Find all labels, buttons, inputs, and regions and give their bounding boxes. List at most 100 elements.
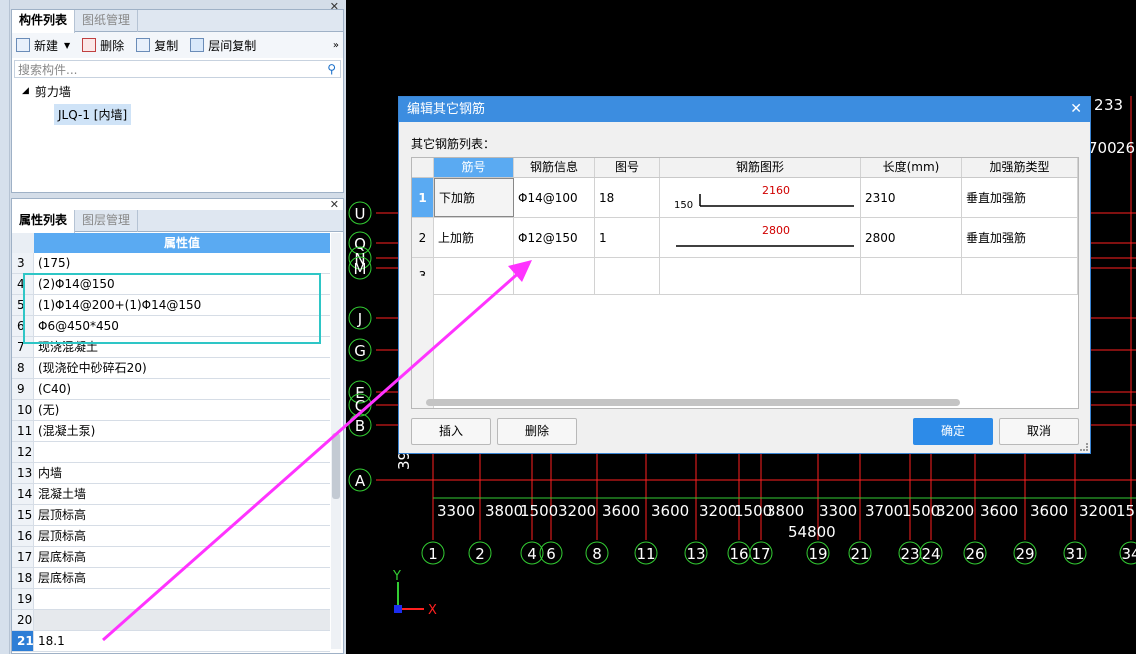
search-placeholder: 搜索构件... bbox=[18, 62, 78, 77]
tab-component-list[interactable]: 构件列表 bbox=[12, 10, 76, 33]
property-row-value[interactable]: 内墙 bbox=[34, 463, 330, 483]
rebar-shape-cell[interactable]: 2160 150 bbox=[660, 178, 861, 217]
rebar-cell-info[interactable] bbox=[514, 258, 595, 294]
delete-button[interactable]: 删除 bbox=[82, 37, 124, 54]
delete-row-button[interactable]: 删除 bbox=[497, 418, 577, 445]
header-number-cell bbox=[12, 233, 34, 253]
search-icon[interactable]: ⚲ bbox=[327, 62, 336, 76]
rebar-cell-name[interactable] bbox=[434, 258, 514, 294]
property-row-number: 21 bbox=[12, 631, 34, 651]
rebar-cell-type[interactable]: 垂直加强筋 bbox=[962, 218, 1078, 257]
new-button[interactable]: 新建 ▼ bbox=[16, 37, 70, 54]
property-row-value[interactable]: 层底标高 bbox=[34, 568, 330, 588]
property-row-value[interactable]: 层顶标高 bbox=[34, 526, 330, 546]
rebar-cell-type[interactable]: 垂直加强筋 bbox=[962, 178, 1078, 217]
rebar-cell-type[interactable] bbox=[962, 258, 1078, 294]
property-row-number: 12 bbox=[12, 442, 34, 462]
rebar-row[interactable]: 1 下加筋 Φ14@100 18 2160 150 2310 垂直加强筋 bbox=[412, 178, 1078, 218]
y-axis-label: Y bbox=[392, 569, 401, 584]
property-row-value[interactable] bbox=[34, 610, 330, 630]
rebar-cell-fig[interactable]: 18 bbox=[595, 178, 660, 217]
rebar-cell-name[interactable]: 上加筋 bbox=[434, 218, 514, 257]
resize-grip-icon[interactable] bbox=[1080, 443, 1088, 451]
rebar-row[interactable]: 3 bbox=[412, 258, 1078, 295]
property-row-value[interactable] bbox=[34, 589, 330, 609]
search-input[interactable]: 搜索构件... ⚲ bbox=[14, 60, 341, 78]
copy-icon bbox=[136, 38, 151, 52]
property-row-number: 19 bbox=[12, 589, 34, 609]
property-row-value[interactable]: (混凝土泵) bbox=[34, 421, 330, 441]
floor-copy-button[interactable]: 层间复制 bbox=[190, 37, 256, 54]
property-row[interactable]: 10 (无) bbox=[12, 400, 330, 421]
close-icon[interactable]: ✕ bbox=[1070, 97, 1082, 122]
col-header-figure-no[interactable]: 图号 bbox=[595, 158, 660, 177]
tab-layer-management[interactable]: 图层管理 bbox=[75, 210, 139, 232]
cad-top-number: 700 bbox=[1088, 139, 1117, 157]
dimension-label: 3300 bbox=[437, 502, 475, 520]
property-row-value[interactable]: 层底标高 bbox=[34, 547, 330, 567]
rebar-cell-info[interactable]: Φ14@100 bbox=[514, 178, 595, 217]
property-row[interactable]: 3 (175) bbox=[12, 253, 330, 274]
chevron-down-icon[interactable]: ▼ bbox=[64, 41, 70, 50]
dialog-title-bar[interactable]: 编辑其它钢筋 ✕ bbox=[399, 97, 1090, 122]
copy-button[interactable]: 复制 bbox=[136, 37, 178, 54]
rebar-grid: 筋号 钢筋信息 图号 钢筋图形 长度(mm) 加强筋类型 1 下加筋 Φ14@100… bbox=[411, 157, 1079, 409]
property-row-value[interactable]: 层顶标高 bbox=[34, 505, 330, 525]
col-header-bar-no[interactable]: 筋号 bbox=[434, 158, 514, 177]
property-row-value[interactable] bbox=[34, 442, 330, 462]
insert-button[interactable]: 插入 bbox=[411, 418, 491, 445]
rebar-cell-info[interactable]: Φ12@150 bbox=[514, 218, 595, 257]
property-row[interactable]: 17 层底标高 bbox=[12, 547, 330, 568]
col-header-length[interactable]: 长度(mm) bbox=[861, 158, 962, 177]
rebar-cell-length[interactable] bbox=[861, 258, 962, 294]
property-row-value[interactable]: (无) bbox=[34, 400, 330, 420]
rebar-cell-fig[interactable] bbox=[595, 258, 660, 294]
dimension-label: 3800 bbox=[766, 502, 804, 520]
property-row[interactable]: 14 混凝土墙 bbox=[12, 484, 330, 505]
rebar-shape-cell[interactable] bbox=[660, 258, 861, 294]
axis-label-column: 34 bbox=[1121, 545, 1136, 563]
property-row[interactable]: 20 bbox=[12, 610, 330, 631]
property-row[interactable]: 12 bbox=[12, 442, 330, 463]
col-header-reinforcement-type[interactable]: 加强筋类型 bbox=[962, 158, 1078, 177]
property-row[interactable]: 19 bbox=[12, 589, 330, 610]
rebar-cell-name[interactable]: 下加筋 bbox=[434, 178, 514, 217]
scrollbar-thumb[interactable] bbox=[332, 433, 340, 499]
rebar-shape-cell[interactable]: 2800 bbox=[660, 218, 861, 257]
ok-button[interactable]: 确定 bbox=[913, 418, 993, 445]
property-row[interactable]: 21 18.1 bbox=[12, 631, 330, 652]
vertical-scrollbar[interactable] bbox=[331, 233, 341, 649]
property-row-value[interactable]: 18.1 bbox=[34, 631, 330, 651]
col-header-rebar-shape[interactable]: 钢筋图形 bbox=[660, 158, 861, 177]
cancel-button[interactable]: 取消 bbox=[999, 418, 1079, 445]
tree-node-shear-wall[interactable]: ◢ 剪力墙 bbox=[12, 82, 343, 100]
rebar-cell-fig[interactable]: 1 bbox=[595, 218, 660, 257]
property-row[interactable]: 13 内墙 bbox=[12, 463, 330, 484]
tree-node-jlq-1[interactable]: JLQ-1 [内墙] bbox=[54, 104, 132, 125]
property-row-number: 17 bbox=[12, 547, 34, 567]
rebar-cell-length[interactable]: 2800 bbox=[861, 218, 962, 257]
property-row-value[interactable]: (C40) bbox=[34, 379, 330, 399]
property-row[interactable]: 9 (C40) bbox=[12, 379, 330, 400]
grid-rows: 1 下加筋 Φ14@100 18 2160 150 2310 垂直加强筋 2 上加筋 Φ12@150… bbox=[412, 178, 1078, 295]
edit-other-rebar-dialog: 编辑其它钢筋 ✕ 其它钢筋列表： 筋号 钢筋信息 图号 钢筋图形 长度(mm) … bbox=[398, 96, 1091, 454]
property-row[interactable]: 8 (现浇砼中砂碎石20) bbox=[12, 358, 330, 379]
property-row-number: 3 bbox=[12, 253, 34, 273]
property-row[interactable]: 15 层顶标高 bbox=[12, 505, 330, 526]
property-row[interactable]: 16 层顶标高 bbox=[12, 526, 330, 547]
tab-property-list[interactable]: 属性列表 bbox=[12, 210, 76, 233]
collapse-triangle-icon[interactable]: ◢ bbox=[22, 86, 29, 96]
property-row-value[interactable]: (现浇砼中砂碎石20) bbox=[34, 358, 330, 378]
horizontal-scrollbar-thumb[interactable] bbox=[426, 399, 960, 406]
rebar-row[interactable]: 2 上加筋 Φ12@150 1 2800 2800 垂直加强筋 bbox=[412, 218, 1078, 258]
floor-copy-button-label: 层间复制 bbox=[208, 38, 257, 53]
rebar-cell-length[interactable]: 2310 bbox=[861, 178, 962, 217]
dimension-label: 3300 bbox=[819, 502, 857, 520]
property-row[interactable]: 11 (混凝土泵) bbox=[12, 421, 330, 442]
col-header-rebar-info[interactable]: 钢筋信息 bbox=[514, 158, 595, 177]
property-row-value[interactable]: 混凝土墙 bbox=[34, 484, 330, 504]
property-row-value[interactable]: (175) bbox=[34, 253, 330, 273]
tab-drawing-management[interactable]: 图纸管理 bbox=[75, 10, 139, 32]
overflow-icon[interactable]: » bbox=[333, 40, 339, 51]
property-row[interactable]: 18 层底标高 bbox=[12, 568, 330, 589]
